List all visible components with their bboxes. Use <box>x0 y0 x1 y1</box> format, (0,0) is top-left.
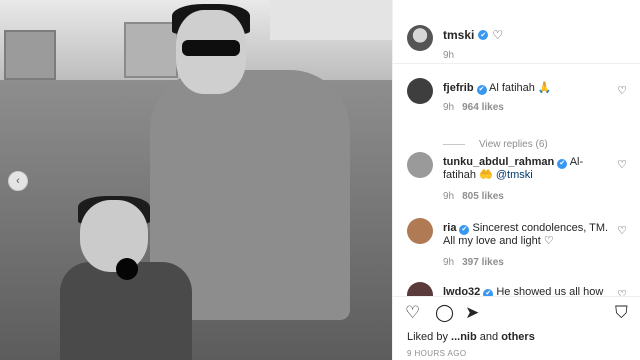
comment-text-row: fjefrib ✔ Al fatihah 🙏 <box>443 82 613 95</box>
share-icon[interactable]: ➤ <box>465 303 479 323</box>
photo-playhouse-left <box>4 30 56 80</box>
post-panel: tmski ✔ ♡ 9h fjefrib ✔ Al fatihah 🙏 9h 964… <box>392 0 640 360</box>
comment-time: 9h <box>443 257 455 268</box>
verified-icon: ✔ <box>483 288 494 296</box>
comment-time: 9h <box>443 191 455 202</box>
comment-heart-icon[interactable]: ♡ <box>617 288 627 296</box>
liked-by-user[interactable]: ...nib <box>451 331 477 343</box>
comment-meta: 9h 964 likes <box>443 102 504 113</box>
verified-icon: ✔ <box>476 84 487 95</box>
owner-avatar[interactable] <box>407 25 433 51</box>
comment-heart-icon[interactable]: ♡ <box>617 224 627 237</box>
comment-likes[interactable]: 397 likes <box>462 257 504 268</box>
liked-by-line: Liked by ...nib and others <box>407 331 535 343</box>
commenter-avatar[interactable] <box>407 152 433 178</box>
comment-username[interactable]: tunku_abdul_rahman <box>443 156 554 168</box>
post-actions: ♡ ◯ ➤ ⛉ Liked by ...nib and others 9 HOU… <box>393 296 640 360</box>
owner-username[interactable]: tmski <box>443 28 474 42</box>
comment-text-row: ria ✔ Sincerest condolences, TM. All my l… <box>443 222 613 248</box>
comment-heart-icon[interactable]: ♡ <box>617 158 627 171</box>
comment-likes[interactable]: 964 likes <box>462 102 504 113</box>
photo-microphone <box>116 258 138 280</box>
liked-by-prefix: Liked by <box>407 331 448 343</box>
time-ago: 9 HOURS AGO <box>407 349 467 358</box>
comment-text-row: lwdo32 ✔ He showed us all how <box>443 286 613 296</box>
verified-icon: ✔ <box>557 158 568 169</box>
comment-text: Al fatihah 🙏 <box>489 82 552 94</box>
post-header: tmski ✔ ♡ 9h <box>393 0 640 64</box>
comment-likes[interactable]: 805 likes <box>462 191 504 202</box>
comment-meta: 9h 805 likes <box>443 191 504 202</box>
comment-mention[interactable]: @tmski <box>496 169 533 181</box>
bookmark-icon[interactable]: ⛉ <box>615 303 628 323</box>
comment-item: fjefrib ✔ Al fatihah 🙏 9h 964 likes View r… <box>407 78 633 158</box>
like-heart-icon[interactable]: ♡ <box>405 303 420 323</box>
commenter-avatar[interactable] <box>407 78 433 104</box>
comments-list[interactable]: fjefrib ✔ Al fatihah 🙏 9h 964 likes View r… <box>393 64 640 296</box>
comment-item: lwdo32 ✔ He showed us all how ♡ <box>407 282 633 296</box>
post-photo[interactable]: ‹ <box>0 0 392 360</box>
comment-username[interactable]: lwdo32 <box>443 286 480 296</box>
comment-icon[interactable]: ◯ <box>435 303 454 323</box>
comment-text-row: tunku_abdul_rahman ✔ Al-fatihah 🤲 @tmski <box>443 156 613 182</box>
comment-item: tunku_abdul_rahman ✔ Al-fatihah 🤲 @tmski … <box>407 152 633 208</box>
heart-icon[interactable]: ♡ <box>492 28 503 42</box>
comment-time: 9h <box>443 102 455 113</box>
comment-meta: 9h 397 likes <box>443 257 504 268</box>
view-replies-link[interactable]: View replies (6) <box>443 139 548 150</box>
carousel-prev-icon[interactable]: ‹ <box>8 171 28 191</box>
comment-heart-icon[interactable]: ♡ <box>617 84 627 97</box>
comment-item: ria ✔ Sincerest condolences, TM. All my l… <box>407 218 633 274</box>
commenter-avatar[interactable] <box>407 282 433 296</box>
verified-icon: ✔ <box>459 224 470 235</box>
comment-username[interactable]: fjefrib <box>443 82 474 94</box>
liked-by-and: and <box>479 331 499 343</box>
comment-username[interactable]: ria <box>443 222 456 234</box>
verified-icon: ✔ <box>478 30 489 40</box>
photo-tent <box>270 0 392 40</box>
comment-text: He showed us all how <box>496 286 604 296</box>
photo-sunglasses <box>182 40 240 56</box>
commenter-avatar[interactable] <box>407 218 433 244</box>
post-time: 9h <box>443 50 455 61</box>
photo-playhouse-center <box>124 22 178 78</box>
owner-name-row: tmski ✔ ♡ <box>443 28 503 42</box>
photo-boy-head <box>80 200 148 272</box>
liked-by-others[interactable]: others <box>501 331 535 343</box>
